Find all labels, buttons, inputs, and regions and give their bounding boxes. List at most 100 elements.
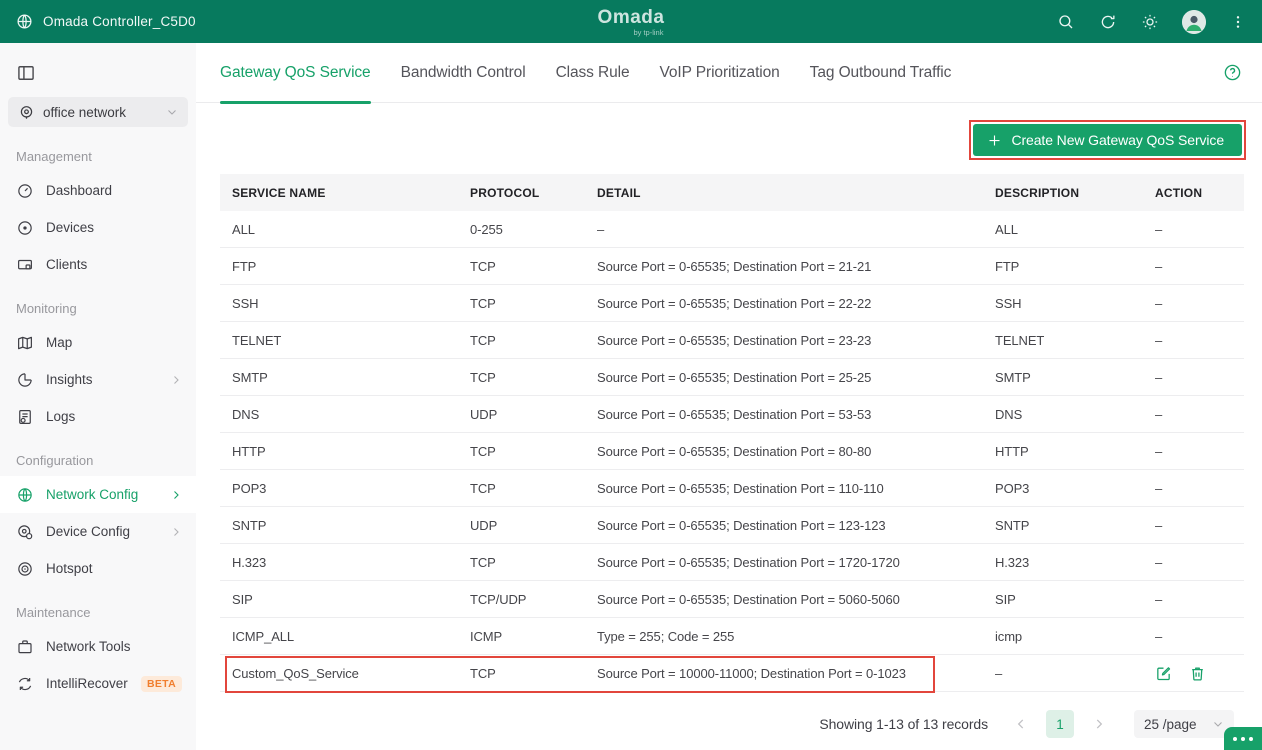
sidebar-collapse-icon[interactable] (16, 63, 36, 83)
cell-service-name: ICMP_ALL (220, 629, 470, 644)
cell-detail: Source Port = 0-65535; Destination Port … (597, 555, 995, 570)
qos-service-table: SERVICE NAME PROTOCOL DETAIL DESCRIPTION… (220, 174, 1244, 692)
network-tools-icon (16, 638, 34, 656)
page-prev-icon[interactable] (1014, 717, 1028, 731)
sidebar-item-hotspot[interactable]: Hotspot (0, 550, 196, 587)
table-header: SERVICE NAME PROTOCOL DETAIL DESCRIPTION… (220, 174, 1244, 211)
dashboard-icon (16, 182, 34, 200)
chevron-right-icon (170, 374, 182, 386)
globe-icon (14, 12, 34, 32)
col-service-name: SERVICE NAME (220, 186, 470, 200)
cell-service-name: SNTP (220, 518, 470, 533)
map-icon (16, 334, 34, 352)
topbar-actions (1056, 10, 1248, 34)
table-row: SIP TCP/UDP Source Port = 0-65535; Desti… (220, 581, 1244, 618)
sidebar-item-network-config[interactable]: Network Config (0, 476, 196, 513)
cell-protocol: TCP (470, 296, 597, 311)
cell-detail: Source Port = 0-65535; Destination Port … (597, 407, 995, 422)
search-icon[interactable] (1056, 12, 1076, 32)
table-row: SNTP UDP Source Port = 0-65535; Destinat… (220, 507, 1244, 544)
table-row: SMTP TCP Source Port = 0-65535; Destinat… (220, 359, 1244, 396)
cell-description: SMTP (995, 370, 1155, 385)
col-action: ACTION (1155, 186, 1244, 200)
cell-service-name: FTP (220, 259, 470, 274)
cell-description: DNS (995, 407, 1155, 422)
cell-action: – (1155, 370, 1244, 385)
cell-action: – (1155, 296, 1244, 311)
pagination-bar: Showing 1-13 of 13 records 1 25 /page (196, 692, 1262, 738)
tab-tag-outbound-traffic[interactable]: Tag Outbound Traffic (810, 43, 952, 103)
cell-detail: Source Port = 0-65535; Destination Port … (597, 259, 995, 274)
sidebar-item-network-tools[interactable]: Network Tools (0, 628, 196, 665)
cell-service-name: H.323 (220, 555, 470, 570)
sidebar-item-map[interactable]: Map (0, 324, 196, 361)
create-gateway-qos-button[interactable]: Create New Gateway QoS Service (973, 124, 1242, 156)
cell-detail: Source Port = 0-65535; Destination Port … (597, 592, 995, 607)
cell-service-name: HTTP (220, 444, 470, 459)
table-row: SSH TCP Source Port = 0-65535; Destinati… (220, 285, 1244, 322)
sidebar-item-clients[interactable]: Clients (0, 246, 196, 283)
cell-detail: Source Port = 0-65535; Destination Port … (597, 370, 995, 385)
table-row: POP3 TCP Source Port = 0-65535; Destinat… (220, 470, 1244, 507)
insights-icon (16, 371, 34, 389)
sidebar-item-device-config[interactable]: Device Config (0, 513, 196, 550)
tab-gateway-qos-service[interactable]: Gateway QoS Service (220, 43, 371, 103)
cell-action: – (1155, 222, 1244, 237)
section-management: Management (0, 131, 196, 172)
network-config-icon (16, 486, 34, 504)
cell-detail: Type = 255; Code = 255 (597, 629, 995, 644)
cell-action: – (1155, 592, 1244, 607)
records-summary: Showing 1-13 of 13 records (819, 716, 988, 732)
cell-description: ALL (995, 222, 1155, 237)
table-row: ICMP_ALL ICMP Type = 255; Code = 255 icm… (220, 618, 1244, 655)
chevron-right-icon (170, 526, 182, 538)
sidebar-item-insights[interactable]: Insights (0, 361, 196, 398)
sidebar-item-devices[interactable]: Devices (0, 209, 196, 246)
cell-description: SIP (995, 592, 1155, 607)
page-next-icon[interactable] (1092, 717, 1106, 731)
sidebar-item-logs[interactable]: Logs (0, 398, 196, 435)
edit-icon[interactable] (1155, 665, 1172, 682)
cell-description: FTP (995, 259, 1155, 274)
more-icon[interactable] (1228, 12, 1248, 32)
cell-detail: Source Port = 10000-11000; Destination P… (597, 666, 995, 681)
cell-protocol: TCP (470, 333, 597, 348)
cell-protocol: TCP (470, 555, 597, 570)
tab-voip-prioritization[interactable]: VoIP Prioritization (660, 43, 780, 103)
sidebar-item-intellirecover[interactable]: IntelliRecover BETA (0, 665, 196, 702)
tab-class-rule[interactable]: Class Rule (556, 43, 630, 103)
per-page-select[interactable]: 25 /page (1134, 710, 1234, 738)
help-icon[interactable] (1223, 63, 1242, 82)
cell-description: SNTP (995, 518, 1155, 533)
page-number[interactable]: 1 (1046, 710, 1074, 738)
cell-protocol: TCP (470, 259, 597, 274)
site-selector[interactable]: office network (8, 97, 188, 127)
col-description: DESCRIPTION (995, 186, 1155, 200)
logo-wordmark: Omada (598, 7, 665, 26)
cell-service-name: Custom_QoS_Service (220, 666, 470, 681)
cell-action: – (1155, 407, 1244, 422)
cell-detail: Source Port = 0-65535; Destination Port … (597, 444, 995, 459)
theme-icon[interactable] (1140, 12, 1160, 32)
cell-description: TELNET (995, 333, 1155, 348)
toolbar: Create New Gateway QoS Service (196, 103, 1262, 160)
site-name: office network (43, 105, 158, 120)
refresh-icon[interactable] (1098, 12, 1118, 32)
floating-more-button[interactable] (1224, 727, 1262, 750)
col-detail: DETAIL (597, 186, 995, 200)
cell-service-name: POP3 (220, 481, 470, 496)
cell-service-name: SSH (220, 296, 470, 311)
cell-protocol: UDP (470, 518, 597, 533)
clients-icon (16, 256, 34, 274)
cell-description: – (995, 666, 1155, 681)
devices-icon (16, 219, 34, 237)
controller-title: Omada Controller_C5D0 (43, 14, 196, 29)
cell-detail: Source Port = 0-65535; Destination Port … (597, 518, 995, 533)
sidebar-item-dashboard[interactable]: Dashboard (0, 172, 196, 209)
cell-service-name: SIP (220, 592, 470, 607)
tab-bandwidth-control[interactable]: Bandwidth Control (401, 43, 526, 103)
cell-action: – (1155, 518, 1244, 533)
delete-icon[interactable] (1189, 665, 1206, 682)
avatar[interactable] (1182, 10, 1206, 34)
chevron-down-icon (166, 106, 178, 118)
